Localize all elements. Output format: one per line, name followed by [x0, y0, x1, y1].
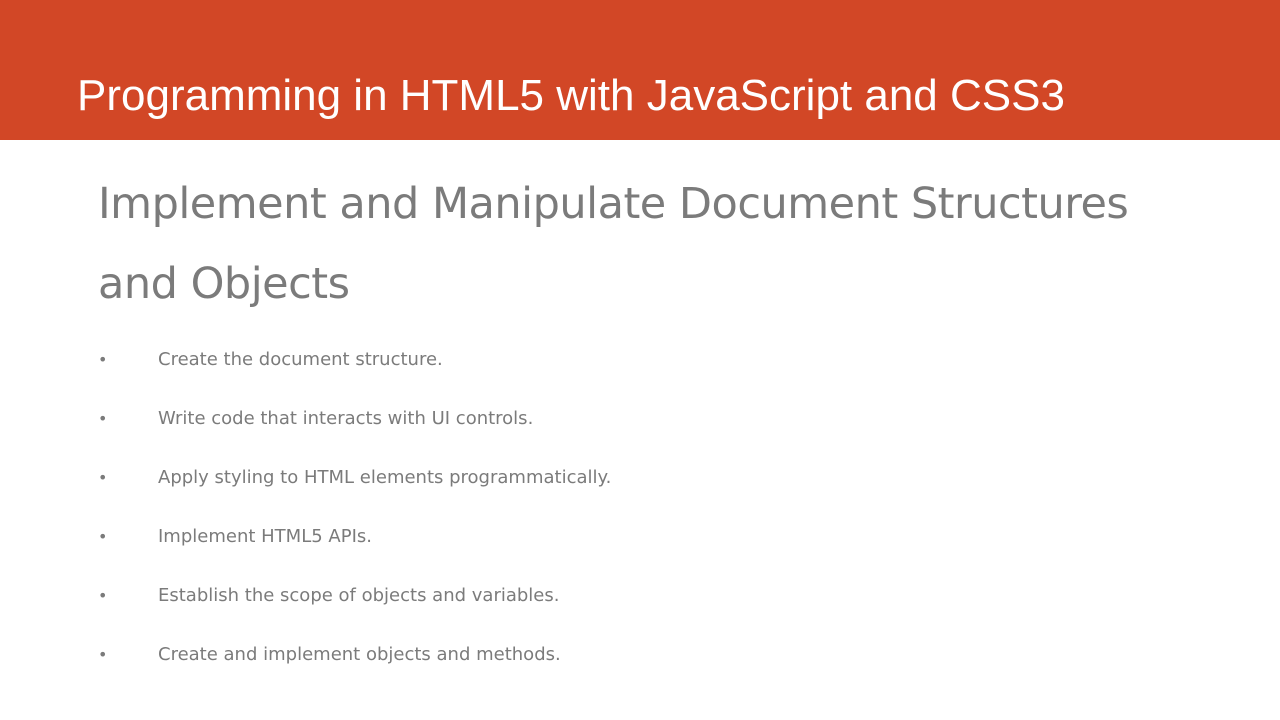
header-title: Programming in HTML5 with JavaScript and…	[77, 71, 1065, 120]
bullet-text: Create the document structure.	[158, 349, 443, 370]
bullet-icon: •	[98, 409, 108, 428]
bullet-icon: •	[98, 468, 108, 487]
bullet-item-5: • Establish the scope of objects and var…	[98, 576, 611, 635]
bullet-text: Apply styling to HTML elements programma…	[158, 467, 612, 488]
bullet-text: Establish the scope of objects and varia…	[158, 585, 560, 606]
section-title: Implement and Manipulate Document Struct…	[98, 179, 1129, 309]
bullet-item-2: • Write code that interacts with UI cont…	[98, 399, 611, 458]
bullet-icon: •	[98, 586, 108, 605]
header-band: Programming in HTML5 with JavaScript and…	[0, 0, 1280, 140]
bullet-item-6: • Create and implement objects and metho…	[98, 635, 611, 694]
bullet-text: Write code that interacts with UI contro…	[158, 408, 534, 429]
slide: Programming in HTML5 with JavaScript and…	[0, 0, 1280, 720]
bullet-icon: •	[98, 645, 108, 664]
bullet-item-4: • Implement HTML5 APIs.	[98, 517, 611, 576]
bullet-text: Implement HTML5 APIs.	[158, 526, 372, 547]
bullet-text: Create and implement objects and methods…	[158, 644, 561, 665]
bullet-item-3: • Apply styling to HTML elements program…	[98, 458, 611, 517]
bullet-icon: •	[98, 527, 108, 546]
bullet-item-1: • Create the document structure.	[98, 340, 611, 399]
bullet-list: • Create the document structure. • Write…	[98, 340, 611, 694]
bullet-icon: •	[98, 350, 108, 369]
